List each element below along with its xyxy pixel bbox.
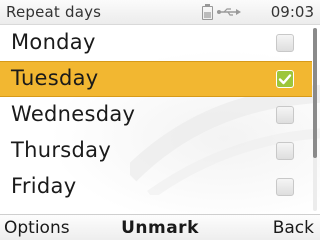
checkbox-unchecked[interactable] [276, 34, 294, 52]
day-label: Tuesday [11, 66, 99, 90]
day-row-tuesday[interactable]: Tuesday [0, 61, 312, 97]
day-label: Thursday [11, 138, 112, 162]
day-label: Monday [11, 30, 96, 54]
clock: 09:03 [270, 3, 314, 21]
scrollbar-thumb[interactable] [313, 28, 317, 158]
day-label: Friday [11, 174, 77, 198]
checkbox-unchecked[interactable] [276, 178, 294, 196]
checkbox-checked[interactable] [276, 70, 294, 88]
content-area: Monday Tuesday Wednesday Thursday Friday [0, 25, 320, 214]
status-bar: Repeat days 09:03 [0, 0, 320, 25]
repeat-days-list: Monday Tuesday Wednesday Thursday Friday [0, 25, 312, 205]
checkbox-unchecked[interactable] [276, 106, 294, 124]
battery-icon [202, 4, 213, 20]
check-icon [278, 74, 292, 85]
day-row-thursday[interactable]: Thursday [0, 133, 312, 169]
day-row-monday[interactable]: Monday [0, 25, 312, 61]
scrollbar[interactable] [313, 28, 317, 211]
phone-screen: Repeat days 09:03 Monday Tuesday Wednesday… [0, 0, 320, 240]
back-softkey[interactable]: Back [273, 218, 314, 238]
day-row-friday[interactable]: Friday [0, 169, 312, 205]
checkbox-unchecked[interactable] [276, 142, 294, 160]
usb-icon [217, 8, 241, 16]
softkey-bar: Options Unmark Back [0, 214, 320, 240]
day-label: Wednesday [11, 102, 136, 126]
page-title: Repeat days [6, 3, 102, 21]
day-row-wednesday[interactable]: Wednesday [0, 97, 312, 133]
